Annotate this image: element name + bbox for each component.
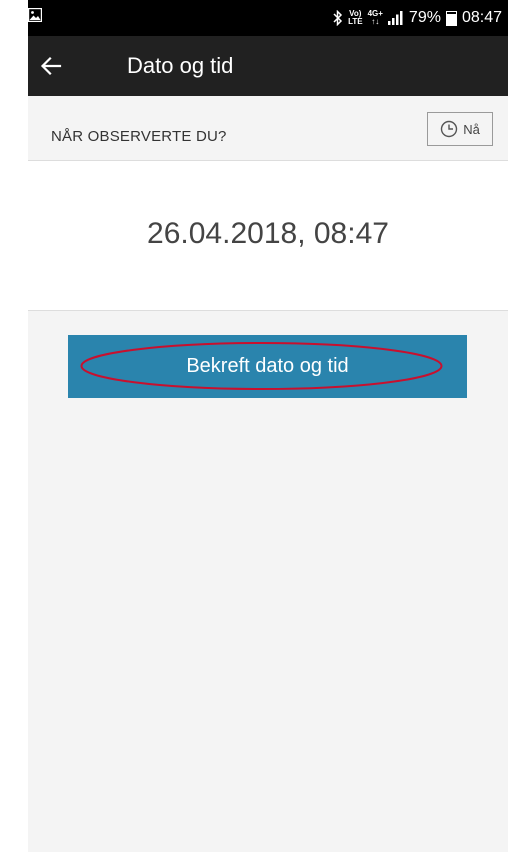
battery-icon <box>445 10 457 26</box>
volte-indicator: Vo) LTE <box>348 10 363 26</box>
section-label: NÅR OBSERVERTE DU? <box>51 128 227 145</box>
clock-icon <box>440 120 458 138</box>
battery-percent: 79% <box>408 9 441 26</box>
confirm-datetime-button[interactable]: Bekreft dato og tid <box>68 335 467 398</box>
page-title: Dato og tid <box>127 53 234 78</box>
now-button-label: Nå <box>463 121 480 137</box>
section-header: NÅR OBSERVERTE DU? Nå <box>28 96 508 161</box>
status-time: 08:47 <box>461 9 502 26</box>
data-arrows-label: ↑↓ <box>371 17 380 26</box>
image-notification-icon <box>28 8 42 22</box>
app-screen: Vo) LTE 4G+ ↑↓ 79% 08:47 Dato og tid NÅR… <box>28 0 508 852</box>
lte-label: LTE <box>348 17 363 26</box>
selected-datetime[interactable]: 26.04.2018, 08:47 <box>28 217 508 251</box>
back-arrow-icon[interactable] <box>38 53 64 79</box>
app-bar: Dato og tid <box>28 36 508 96</box>
datetime-panel[interactable]: 26.04.2018, 08:47 <box>28 161 508 311</box>
signal-strength-icon <box>387 11 403 25</box>
confirm-button-label: Bekreft dato og tid <box>186 355 349 377</box>
status-bar: Vo) LTE 4G+ ↑↓ 79% 08:47 <box>28 0 508 36</box>
network-type-indicator: 4G+ ↑↓ <box>368 10 383 26</box>
bluetooth-icon <box>333 10 343 26</box>
status-icons: Vo) LTE 4G+ ↑↓ 79% 08:47 <box>333 0 502 36</box>
now-button[interactable]: Nå <box>427 112 493 146</box>
